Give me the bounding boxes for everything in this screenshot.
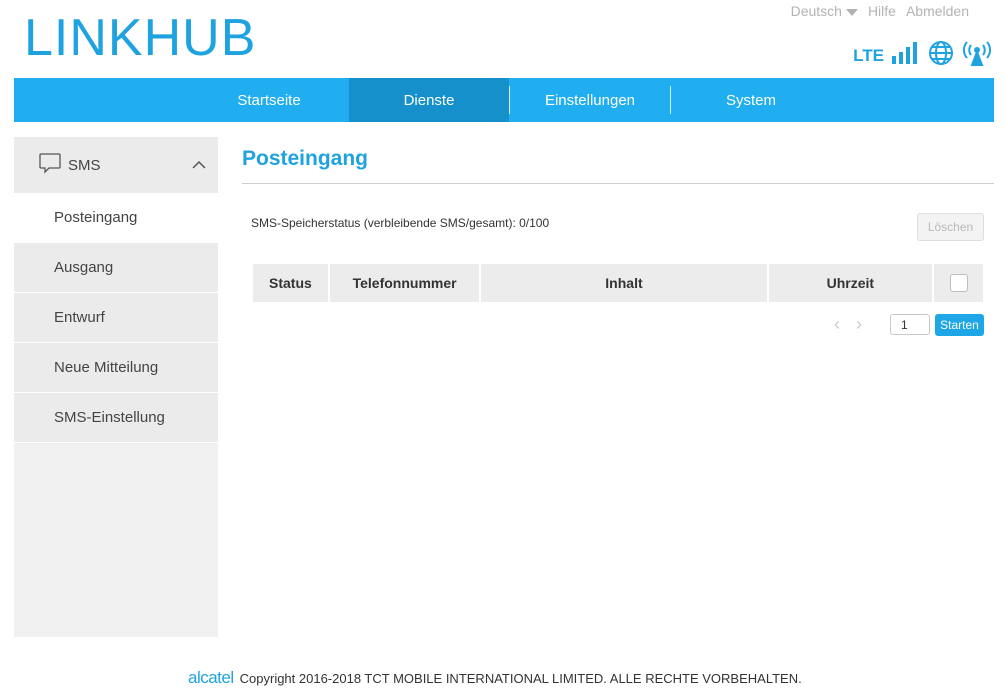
column-header-status[interactable]: Status <box>253 264 328 302</box>
caret-down-icon <box>845 8 858 16</box>
column-header-time[interactable]: Uhrzeit <box>768 264 933 302</box>
sidebar-item-neue-mitteilung[interactable]: Neue Mitteilung <box>14 343 218 393</box>
chevron-up-icon[interactable] <box>192 157 206 174</box>
signal-strength-icon <box>892 42 920 69</box>
sidebar-section-label: SMS <box>68 156 101 174</box>
go-to-page-button[interactable]: Starten <box>935 314 984 336</box>
storage-status: SMS-Speicherstatus (verbleibende SMS/ges… <box>251 216 550 230</box>
column-header-phone[interactable]: Telefonnummer <box>329 264 480 302</box>
network-type: LTE <box>853 45 884 65</box>
message-bubble-icon <box>38 151 62 179</box>
page-number-input[interactable] <box>890 314 930 335</box>
column-header-content[interactable]: Inhalt <box>481 264 767 302</box>
footer: alcatel Copyright 2016-2018 TCT MOBILE I… <box>188 668 802 688</box>
sidebar-item-entwurf[interactable]: Entwurf <box>14 293 218 343</box>
page-title: Posteingang <box>242 147 369 170</box>
globe-icon <box>928 40 954 71</box>
messages-table-header: Status Telefonnummer Inhalt Uhrzeit <box>253 264 983 302</box>
sidebar-item-sms-einstellung[interactable]: SMS-Einstellung <box>14 393 218 443</box>
copyright-text: Copyright 2016-2018 TCT MOBILE INTERNATI… <box>239 670 802 686</box>
nav-einstellungen[interactable]: Einstellungen <box>510 78 670 122</box>
sidebar: SMS Posteingang Ausgang Entwurf Neue Mit… <box>14 137 218 637</box>
sidebar-section-sms[interactable]: SMS <box>14 137 218 193</box>
sidebar-item-ausgang[interactable]: Ausgang <box>14 243 218 293</box>
select-all-checkbox[interactable] <box>949 274 968 292</box>
status-icons: LTE <box>853 40 992 71</box>
select-all-cell <box>934 264 983 302</box>
title-divider <box>242 183 994 184</box>
top-links: Deutsch Hilfe Abmelden <box>791 3 969 19</box>
logout-link[interactable]: Abmelden <box>906 3 969 19</box>
help-link[interactable]: Hilfe <box>868 3 896 19</box>
sidebar-item-posteingang[interactable]: Posteingang <box>14 193 218 243</box>
logo-part-1: LINK <box>24 9 144 67</box>
language-label: Deutsch <box>790 3 842 19</box>
wifi-tower-icon <box>962 40 992 71</box>
delete-button[interactable]: Löschen <box>917 213 984 241</box>
pagination-arrows: ‹ › <box>830 314 866 335</box>
nav-system[interactable]: System <box>671 78 831 122</box>
logo-part-2: HUB <box>143 9 257 67</box>
chevron-left-icon[interactable]: ‹ <box>830 314 844 335</box>
language-selector[interactable]: Deutsch <box>791 3 858 19</box>
alcatel-logo: alcatel <box>188 668 234 687</box>
nav-startseite[interactable]: Startseite <box>189 78 349 122</box>
chevron-right-icon[interactable]: › <box>852 314 866 335</box>
nav-dienste[interactable]: Dienste <box>349 78 509 122</box>
logo: LINKHUB <box>24 12 256 64</box>
main-navbar: Startseite Dienste Einstellungen System <box>14 78 994 122</box>
